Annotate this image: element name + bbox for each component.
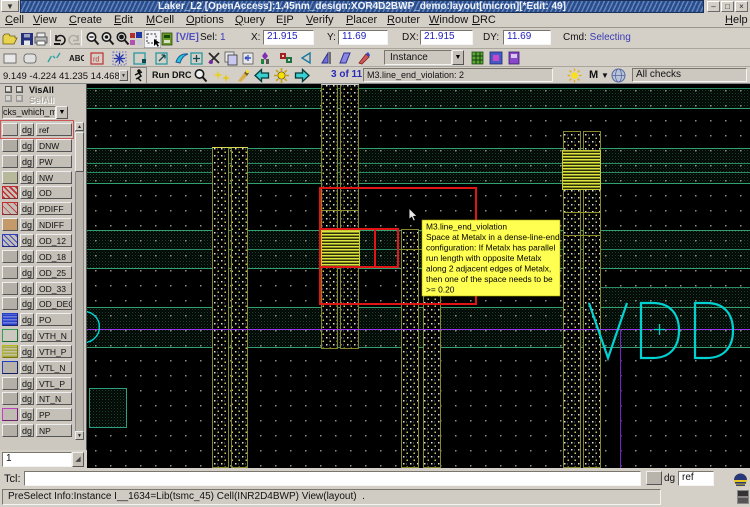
- svg-text:run length with opposite Metal: run length with opposite Metalx: [426, 253, 542, 263]
- svg-text:Space at Metalx in a dense-lin: Space at Metalx in a dense-line-end: [426, 232, 560, 242]
- svg-text:M3.line_end_violation: M3.line_end_violation: [426, 222, 507, 232]
- svg-text:then one of the space needs to: then one of the space needs to be: [426, 274, 553, 284]
- svg-text:configuration: If Metalx has p: configuration: If Metalx has parallel: [426, 243, 556, 253]
- svg-text:along 2 adjacent edges of Meta: along 2 adjacent edges of Metalx,: [426, 264, 551, 274]
- svg-text:rd: rd: [93, 57, 99, 64]
- svg-text:ABC: ABC: [69, 54, 84, 63]
- svg-text:>= 0.20: >= 0.20: [426, 285, 455, 295]
